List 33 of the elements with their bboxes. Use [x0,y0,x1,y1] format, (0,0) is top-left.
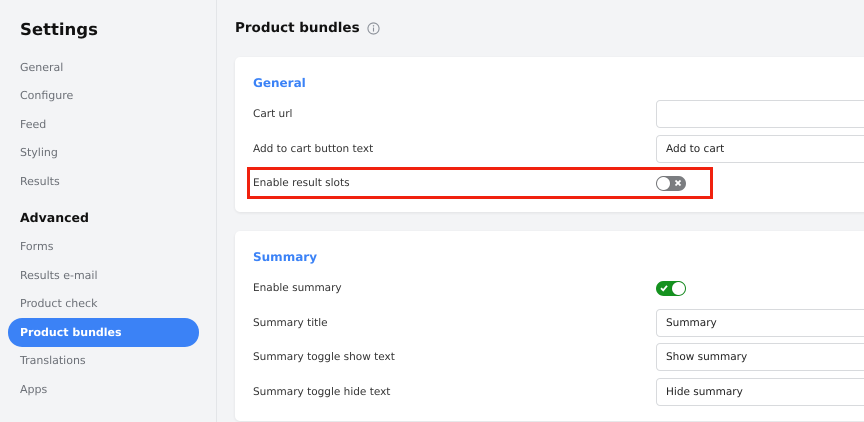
nav-item[interactable]: Results [8,167,199,196]
toggle-switch[interactable] [656,280,686,296]
nav-item[interactable]: Apps [8,375,199,404]
nav-item[interactable]: Configure [8,82,199,110]
setting-label: Summary toggle hide text [253,386,392,398]
nav-item[interactable]: Results e-mail [8,261,199,290]
check-icon [659,283,669,294]
card-title: General [253,75,307,92]
nav-item[interactable]: Styling [8,138,199,167]
card-title: Summary [253,249,318,266]
setting-label: Enable result slots [253,177,351,189]
input-field[interactable] [656,100,864,128]
page-title: Product bundles [235,20,360,36]
setting-label: Summary title [253,316,329,329]
nav-item[interactable]: Product bundles [8,318,199,346]
close-icon [673,178,683,188]
input-field[interactable]: Show summary [656,343,864,372]
toggle-switch[interactable] [656,176,686,190]
input-field[interactable]: Hide summary [656,378,864,406]
input-field[interactable]: Summary [656,308,864,337]
sidebar-title: Settings [20,20,99,39]
nav-item[interactable]: Forms [8,232,199,261]
info-icon[interactable] [366,22,380,34]
nav-item[interactable]: General [8,53,199,82]
nav-item[interactable]: Product check [8,290,199,318]
setting-label: Add to cart button text [253,142,374,155]
setting-label: Cart url [253,108,294,120]
section-heading: Advanced [20,210,90,224]
setting-label: Summary toggle show text [253,351,396,364]
setting-label: Enable summary [253,282,343,294]
nav-item[interactable]: Feed [8,110,199,138]
input-field[interactable]: Add to cart [656,134,864,163]
nav-item[interactable]: Translations [8,346,199,375]
